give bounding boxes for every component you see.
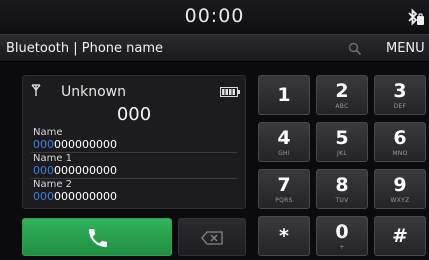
key-3[interactable]: 3 DEF bbox=[374, 75, 426, 115]
contact-number[interactable]: 000000000000 bbox=[33, 138, 117, 151]
backspace-button[interactable] bbox=[178, 218, 246, 256]
contact-name: Name 1 bbox=[33, 153, 73, 164]
menu-button[interactable]: MENU bbox=[386, 41, 425, 56]
status-bar: 00:00 bbox=[0, 0, 429, 34]
battery-icon bbox=[220, 87, 240, 97]
key-0[interactable]: 0 + bbox=[316, 216, 368, 256]
backspace-icon bbox=[201, 231, 223, 245]
key-9[interactable]: 9 WXYZ bbox=[374, 169, 426, 209]
caller-name: Unknown bbox=[61, 84, 126, 100]
key-2[interactable]: 2 ABC bbox=[316, 75, 368, 115]
search-icon[interactable] bbox=[348, 42, 362, 56]
clock: 00:00 bbox=[184, 5, 245, 27]
key-star[interactable]: * bbox=[258, 216, 310, 256]
key-5[interactable]: 5 JKL bbox=[316, 122, 368, 162]
key-hash[interactable]: # bbox=[374, 216, 426, 256]
phone-icon bbox=[89, 229, 107, 247]
key-6[interactable]: 6 MNO bbox=[374, 122, 426, 162]
title-bar: Bluetooth | Phone name MENU bbox=[0, 34, 429, 62]
antenna-icon bbox=[31, 84, 41, 96]
page-title: Bluetooth | Phone name bbox=[6, 41, 164, 56]
key-1[interactable]: 1 bbox=[258, 75, 310, 115]
key-8[interactable]: 8 TUV bbox=[316, 169, 368, 209]
bluetooth-status-icon bbox=[408, 8, 424, 26]
key-4[interactable]: 4 GHI bbox=[258, 122, 310, 162]
contact-name: Name bbox=[33, 127, 63, 138]
contact-number[interactable]: 000000000000 bbox=[33, 190, 117, 203]
dialed-number: 000 bbox=[116, 104, 152, 125]
contact-name: Name 2 bbox=[33, 179, 73, 190]
key-7[interactable]: 7 PQRS bbox=[258, 169, 310, 209]
caller-panel: Unknown 000 Name 000000000000 Name 1 000… bbox=[22, 75, 246, 209]
call-button[interactable] bbox=[22, 218, 172, 256]
contact-number[interactable]: 000000000000 bbox=[33, 164, 117, 177]
